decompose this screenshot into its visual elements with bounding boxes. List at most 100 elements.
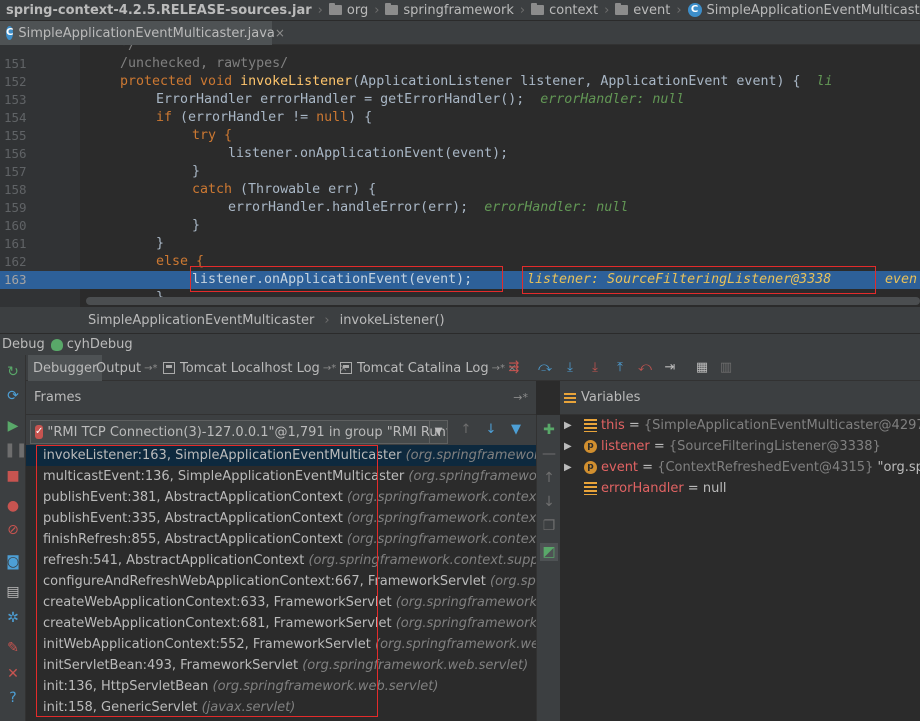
rerun-icon[interactable]: ↻ xyxy=(4,363,22,381)
pin-icon: →* xyxy=(144,362,158,374)
variables-header: Variables xyxy=(560,381,920,415)
show-execution-point-icon[interactable]: ⇶ xyxy=(506,361,522,375)
highlight-box-hint xyxy=(522,266,876,294)
force-step-into-icon[interactable]: ⤓ xyxy=(587,361,603,375)
parameter-icon: p xyxy=(584,440,597,453)
line-number: 151 xyxy=(4,56,27,71)
line-number: 162 xyxy=(4,254,27,269)
stop-icon[interactable]: ■ xyxy=(4,467,22,485)
structure-breadcrumb: SimpleApplicationEventMulticaster › invo… xyxy=(0,307,920,333)
filter-icon[interactable]: ▼ xyxy=(508,423,524,437)
variables-title: Variables xyxy=(581,390,641,405)
line-number: 153 xyxy=(4,92,27,107)
debug-tool-window-header: Debug cyhDebug xyxy=(0,333,920,355)
nav-crumb-class[interactable]: C SimpleApplicationEventMulticaster xyxy=(684,3,920,18)
nav-crumb-springframework[interactable]: springframework xyxy=(381,3,517,18)
tab-tomcat-catalina-log[interactable]: Tomcat Catalina Log →* × xyxy=(335,355,521,381)
class-icon: C xyxy=(6,26,14,40)
mute-breakpoints-icon[interactable]: ⊘ xyxy=(4,521,22,539)
editor-tab-simpleapplicationeventmulticaster[interactable]: C SimpleApplicationEventMulticaster.java… xyxy=(0,21,285,45)
evaluate-expression-icon[interactable]: ▦ xyxy=(694,361,710,375)
line-number: 160 xyxy=(4,218,27,233)
code-line-161: } xyxy=(156,236,165,251)
nav-crumb-event[interactable]: event xyxy=(611,3,674,18)
step-into-icon[interactable]: ⤓ xyxy=(562,361,578,375)
pin-tab-icon[interactable]: ✎ xyxy=(4,639,22,657)
drop-frame-icon[interactable]: ⤺ xyxy=(637,361,653,375)
ide-window: spring-context-4.2.5.RELEASE-sources.jar… xyxy=(0,0,920,721)
code-line-153: ErrorHandler errorHandler = getErrorHand… xyxy=(156,92,685,107)
inline-value-hint: errorHandler: null xyxy=(540,92,685,107)
run-config-name: cyhDebug xyxy=(66,337,133,352)
help-icon[interactable]: ? xyxy=(4,689,22,707)
thread-dropdown[interactable]: ✓ "RMI TCP Connection(3)-127.0.0.1"@1,79… xyxy=(30,420,448,444)
move-down-icon[interactable]: ↓ xyxy=(540,493,558,511)
editor-tab-bar: C SimpleApplicationEventMulticaster.java… xyxy=(0,21,920,45)
tomcat-icon xyxy=(340,362,352,374)
code-line-152: protected void invokeListener(Applicatio… xyxy=(120,74,833,89)
new-watch-icon[interactable]: ✚ xyxy=(540,421,558,439)
previous-frame-icon[interactable]: ↑ xyxy=(458,423,474,437)
code-line-157: } xyxy=(192,164,201,179)
navigation-bar: spring-context-4.2.5.RELEASE-sources.jar… xyxy=(0,0,920,21)
highlight-box-call xyxy=(190,266,503,292)
chevron-right-icon: › xyxy=(374,2,380,18)
refresh-icon[interactable]: ⟳ xyxy=(4,387,22,405)
variables-tree[interactable]: ▶ this = {SimpleApplicationEventMulticas… xyxy=(560,415,920,721)
variable-row[interactable]: ▶ p listener = {SourceFilteringListener@… xyxy=(560,436,920,457)
variables-side-toolbar: ✚ — ↑ ↓ ❐ ◩ xyxy=(536,415,560,721)
breadcrumb-class[interactable]: SimpleApplicationEventMulticaster xyxy=(88,313,314,328)
tab-tomcat-localhost-log[interactable]: Tomcat Localhost Log →* × xyxy=(158,355,353,381)
frames-header: Frames →* xyxy=(26,381,536,415)
frames-title: Frames xyxy=(34,390,82,405)
run-to-cursor-icon[interactable]: ⇥ xyxy=(662,361,678,375)
debug-title: Debug xyxy=(2,337,45,352)
step-out-icon[interactable]: ⤒ xyxy=(612,361,628,375)
line-number: 158 xyxy=(4,182,27,197)
get-thread-dump-icon[interactable]: ◙ xyxy=(4,553,22,571)
expand-triangle-icon[interactable]: ▶ xyxy=(564,415,572,436)
folder-icon xyxy=(328,3,342,15)
resume-icon[interactable]: ▶ xyxy=(4,417,22,435)
code-line-154: if (errorHandler != null) { xyxy=(156,110,373,125)
restore-layout-icon[interactable]: ▥ xyxy=(718,361,734,375)
close-tab-icon[interactable]: × xyxy=(275,26,285,40)
expand-triangle-icon[interactable]: ▶ xyxy=(564,436,572,457)
local-var-icon xyxy=(584,419,597,432)
nav-crumb-context[interactable]: context xyxy=(527,3,602,18)
frames-list[interactable]: invokeListener:163, SimpleApplicationEve… xyxy=(26,445,536,721)
line-number: 159 xyxy=(4,200,27,215)
variable-row[interactable]: ▶ this = {SimpleApplicationEventMulticas… xyxy=(560,415,920,436)
code-line-151: /unchecked, rawtypes/ xyxy=(120,56,289,71)
close-icon[interactable]: ✕ xyxy=(4,665,22,683)
view-breakpoints-icon[interactable]: ● xyxy=(4,497,22,515)
restore-layout-icon[interactable]: ▤ xyxy=(4,583,22,601)
move-up-icon[interactable]: ↑ xyxy=(540,469,558,487)
inline-value-hint-event: even xyxy=(885,272,918,287)
variable-row[interactable]: errorHandler = null xyxy=(560,478,920,499)
variable-row[interactable]: ▶ p event = {ContextRefreshedEvent@4315}… xyxy=(560,457,920,478)
tab-output[interactable]: Output →* xyxy=(91,355,163,381)
pin-icon[interactable]: →* xyxy=(513,391,528,404)
show-watches-icon[interactable]: ◩ xyxy=(540,543,558,561)
local-var-icon xyxy=(584,482,597,495)
next-frame-icon[interactable]: ↓ xyxy=(483,423,499,437)
expand-triangle-icon[interactable]: ▶ xyxy=(564,457,572,478)
pause-icon[interactable]: ❚❚ xyxy=(4,441,27,459)
code-comment-end: */ xyxy=(120,45,137,53)
nav-crumb-org[interactable]: org xyxy=(325,3,372,18)
step-over-icon[interactable]: ⤼ xyxy=(537,361,553,375)
highlight-box-frames xyxy=(36,445,378,717)
remove-watch-icon[interactable]: — xyxy=(540,445,558,463)
chevron-right-icon: › xyxy=(604,2,610,18)
chevron-down-icon[interactable]: ▼ xyxy=(429,421,447,443)
code-line-155: try { xyxy=(192,128,233,143)
code-editor[interactable]: */ 151 152 153 154 155 156 157 158 159 1… xyxy=(0,45,920,307)
duplicate-icon[interactable]: ❐ xyxy=(540,517,558,535)
horizontal-scrollbar[interactable] xyxy=(86,297,920,305)
nav-crumb-jar[interactable]: spring-context-4.2.5.RELEASE-sources.jar xyxy=(0,3,316,18)
thread-suspended-icon: ✓ xyxy=(35,425,44,439)
settings-icon[interactable]: ✲ xyxy=(4,609,22,627)
debug-left-toolbar: ↻ ⟳ ▶ ❚❚ ■ ● ⊘ ◙ ▤ ✲ ✎ ✕ ? xyxy=(0,355,27,721)
breadcrumb-method[interactable]: invokeListener() xyxy=(340,313,445,328)
